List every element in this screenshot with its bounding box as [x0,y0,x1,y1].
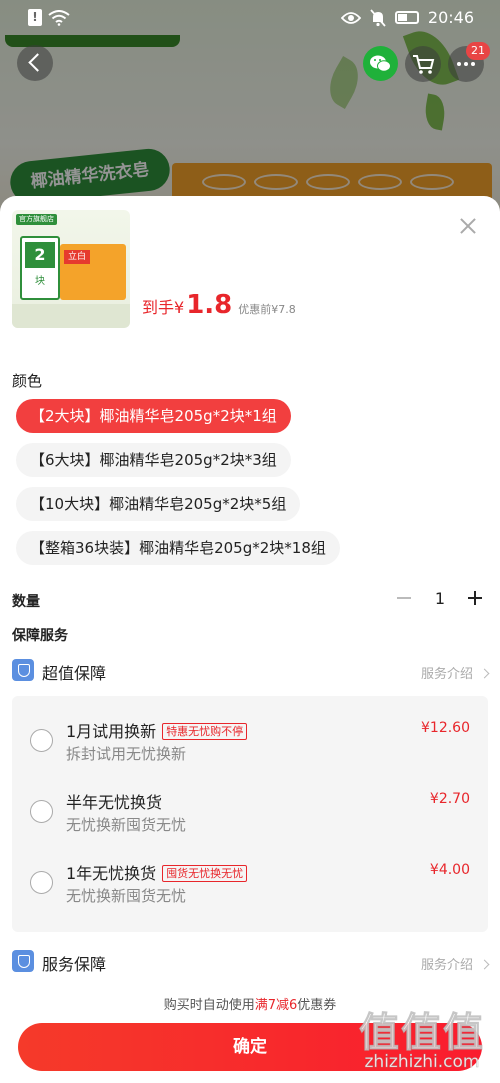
store-badge: 官方旗舰店 [16,214,57,225]
protection-plan-list: 1月试用换新 特惠无忧购不停 拆封试用无忧换新 ¥12.60 半年无忧换货 无忧换… [12,696,488,932]
color-option-1[interactable]: 【2大块】椰油精华皂205g*2块*1组 [16,399,291,433]
coupon-prefix: 购买时自动使用 [163,998,255,1013]
close-icon[interactable] [458,216,478,236]
wechat-share-button[interactable] [363,46,398,81]
pack-count-label: 2 块 [20,236,60,300]
value-guard-info-link[interactable]: 服务介绍 [421,663,488,682]
currency-symbol: ¥ [174,298,185,317]
protection-plan-3[interactable]: 1年无忧换货 囤货无忧换无忧 无忧换新囤货无忧 ¥4.00 [12,849,488,919]
coupon-notice: 购买时自动使用满7减6优惠券 [0,994,500,1013]
color-section-title: 颜色 [12,372,43,390]
plan-price: ¥4.00 [429,862,470,878]
coupon-suffix: 优惠券 [297,998,337,1013]
wechat-icon [370,55,391,72]
quantity-decrease-button[interactable] [397,588,413,606]
protection-plan-1[interactable]: 1月试用换新 特惠无忧购不停 拆封试用无忧换新 ¥12.60 [12,707,488,777]
product-box-image: 立白 [60,244,126,300]
radio-button[interactable] [30,800,53,823]
more-dot [464,62,468,66]
plan-description: 拆封试用无忧换新 [66,745,187,763]
plan-description: 无忧换新囤货无忧 [66,816,187,834]
pack-count: 2 [25,242,55,268]
radio-button[interactable] [30,729,53,752]
plan-name-row: 1月试用换新 特惠无忧购不停 [66,718,248,742]
service-guard-title: 服务保障 [42,955,107,974]
quantity-value[interactable]: 1 [432,589,448,608]
plan-description: 无忧换新囤货无忧 [66,887,187,905]
value-guard-title: 超值保障 [42,664,107,683]
product-thumbnail[interactable]: 官方旗舰店 2 块 立白 [12,210,130,328]
price-row: 到手 ¥ 1.8 优惠前¥7.8 [142,290,296,320]
radio-button[interactable] [30,871,53,894]
brand-label: 立白 [64,250,90,264]
shield-icon [12,950,34,972]
back-button[interactable] [17,45,53,81]
shield-icon [12,659,34,681]
plan-tag: 囤货无忧换无忧 [162,865,248,882]
service-section-title: 保障服务 [12,628,68,644]
cart-badge: 21 [466,42,490,60]
sku-selector-sheet: 官方旗舰店 2 块 立白 到手 ¥ 1.8 优惠前¥7.8 颜色 【2大块】椰油… [0,196,500,1083]
service-guard-info-link[interactable]: 服务介绍 [421,954,488,973]
battery-icon [394,11,419,24]
plan-name-row: 半年无忧换货 [66,789,162,813]
confirm-button[interactable]: 确定 [18,1023,482,1071]
status-bar: ! 20:46 [0,0,500,35]
more-dot [471,62,475,66]
color-option-4[interactable]: 【整箱36块装】椰油精华皂205g*2块*18组 [16,531,340,565]
pack-unit: 块 [35,276,45,287]
color-option-3[interactable]: 【10大块】椰油精华皂205g*2块*5组 [16,487,301,521]
clock: 20:46 [427,8,474,27]
wifi-icon [48,9,70,26]
price-value: 1.8 [186,290,233,320]
shelf-decoration [12,304,130,328]
cart-icon [413,55,435,74]
price-label: 到手 [142,298,175,317]
plan-name: 半年无忧换货 [66,793,163,812]
quantity-title: 数量 [12,594,40,610]
plan-tag: 特惠无忧购不停 [162,723,248,740]
color-option-2[interactable]: 【6大块】椰油精华皂205g*2块*3组 [16,443,291,477]
plan-price: ¥2.70 [429,791,470,807]
cart-button[interactable] [405,46,441,82]
original-price: 优惠前¥7.8 [238,303,296,316]
plan-price: ¥12.60 [421,720,470,736]
alert-icon: ! [28,9,42,26]
coupon-highlight: 满7减6 [254,998,298,1013]
plan-name: 1年无忧换货 [66,864,157,883]
more-dot [457,62,461,66]
protection-plan-2[interactable]: 半年无忧换货 无忧换新囤货无忧 ¥2.70 [12,778,488,848]
eye-icon [340,11,361,24]
mute-bell-icon [370,8,386,27]
plan-name: 1月试用换新 [66,722,157,741]
quantity-increase-button[interactable] [468,590,484,606]
plan-name-row: 1年无忧换货 囤货无忧换无忧 [66,860,248,884]
